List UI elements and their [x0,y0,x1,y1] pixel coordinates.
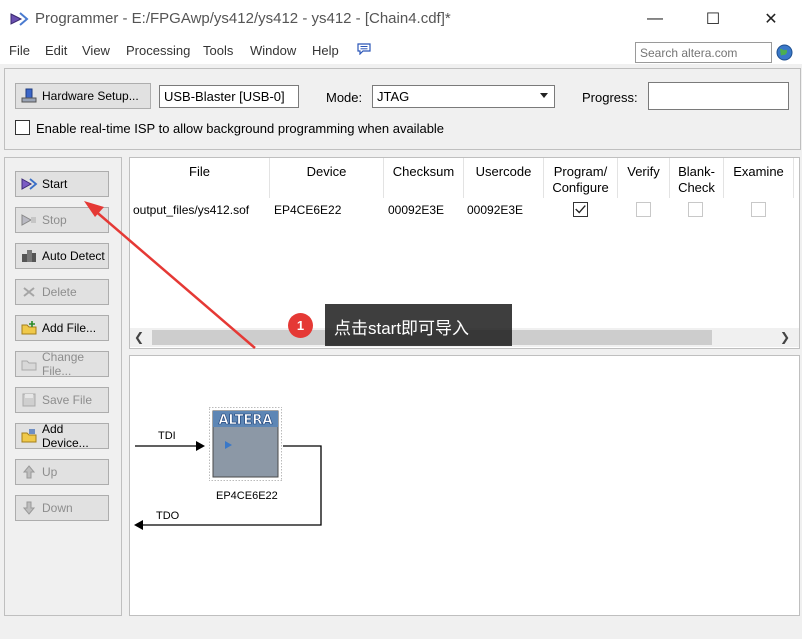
column-header-program-configure[interactable]: Program/ Configure [544,158,618,198]
chip-brand: ALTERA [218,413,272,428]
maximize-button[interactable]: ☐ [690,0,736,38]
tdi-label: TDI [158,430,176,442]
column-header-blank-check[interactable]: Blank- Check [670,158,724,198]
programmer-app-icon [10,12,29,26]
menu-help[interactable]: Help [312,43,339,58]
auto-detect-icon [22,250,36,262]
save-file-label: Save File [42,393,93,407]
hardware-setup-label: Hardware Setup... [42,89,139,103]
title-bar: Programmer - E:/FPGAwp/ys412/ys412 - ys4… [0,0,802,38]
auto-detect-button[interactable]: Auto Detect [15,243,109,269]
delete-icon [23,287,35,297]
verify-checkbox[interactable] [636,202,651,217]
start-label: Start [42,177,68,191]
column-header-file[interactable]: File [130,158,270,198]
isp-checkbox[interactable] [15,120,30,135]
add-file-button[interactable]: Add File... [15,315,109,341]
tdo-label: TDO [156,510,180,522]
globe-icon[interactable] [776,44,793,61]
up-button[interactable]: Up [15,459,109,485]
menu-view[interactable]: View [82,43,110,58]
status-bar [0,620,802,639]
progress-label: Progress: [582,90,638,105]
isp-label: Enable real-time ISP to allow background… [36,121,445,136]
row-checksum: 00092E3E [388,203,445,217]
up-label: Up [42,465,58,479]
menu-edit[interactable]: Edit [45,43,67,58]
change-file-label: Change File... [42,350,85,378]
menu-tools[interactable]: Tools [203,43,233,58]
hardware-device-field: USB-Blaster [USB-0] [159,85,299,108]
menu-file[interactable]: File [9,43,30,58]
up-icon [22,465,36,479]
jtag-chain-panel [129,355,800,616]
save-file-button[interactable]: Save File [15,387,109,413]
minimize-button[interactable]: — [632,0,678,38]
row-file[interactable]: output_files/ys412.sof [133,203,249,217]
annotation-tooltip: 点击start即可导入 [325,304,512,346]
add-device-button[interactable]: Add Device... [15,422,109,450]
auto-detect-label: Auto Detect [42,249,105,263]
hardware-setup-icon [21,88,37,103]
stop-button[interactable]: Stop [15,207,109,233]
blank-check-checkbox[interactable] [688,202,703,217]
add-device-label: Add Device... [42,422,89,450]
start-icon [21,178,38,190]
progress-bar [648,82,789,110]
add-file-icon [21,321,37,335]
chip-name: EP4CE6E22 [216,490,278,502]
mode-label: Mode: [326,90,363,105]
close-button[interactable]: ✕ [748,0,794,38]
chevron-down-icon[interactable] [540,93,548,98]
scroll-left-icon[interactable]: ❮ [134,330,144,344]
help-bubble-icon[interactable] [357,43,371,55]
stop-icon [21,214,36,226]
add-device-icon [21,429,37,443]
column-header-usercode[interactable]: Usercode [464,158,544,198]
examine-checkbox[interactable] [751,202,766,217]
step-badge: 1 [288,313,313,338]
checkmark-icon [575,205,586,214]
add-file-label: Add File... [42,321,97,335]
stop-label: Stop [42,213,67,227]
column-header-verify[interactable]: Verify [618,158,670,198]
scroll-right-icon[interactable]: ❯ [780,330,790,344]
row-usercode: 00092E3E [467,203,524,217]
start-button[interactable]: Start [15,171,109,197]
down-label: Down [42,501,73,515]
mode-select[interactable]: JTAG [372,85,555,108]
change-file-button[interactable]: Change File... [15,350,109,378]
hardware-setup-button[interactable]: Hardware Setup... [15,83,151,109]
menu-window[interactable]: Window [250,43,296,58]
change-file-icon [21,360,37,371]
down-icon [22,501,36,515]
search-input[interactable] [635,42,772,63]
save-file-icon [22,393,36,407]
delete-label: Delete [42,285,77,299]
column-header-device[interactable]: Device [270,158,384,198]
program-checkbox[interactable] [573,202,588,217]
menu-processing[interactable]: Processing [126,43,190,58]
delete-button[interactable]: Delete [15,279,109,305]
column-header-examine[interactable]: Examine [724,158,794,198]
window-title: Programmer - E:/FPGAwp/ys412/ys412 - ys4… [35,10,451,27]
down-button[interactable]: Down [15,495,109,521]
row-device[interactable]: EP4CE6E22 [274,203,341,217]
fpga-chip-icon[interactable]: ALTERA [209,407,282,481]
column-header-checksum[interactable]: Checksum [384,158,464,198]
